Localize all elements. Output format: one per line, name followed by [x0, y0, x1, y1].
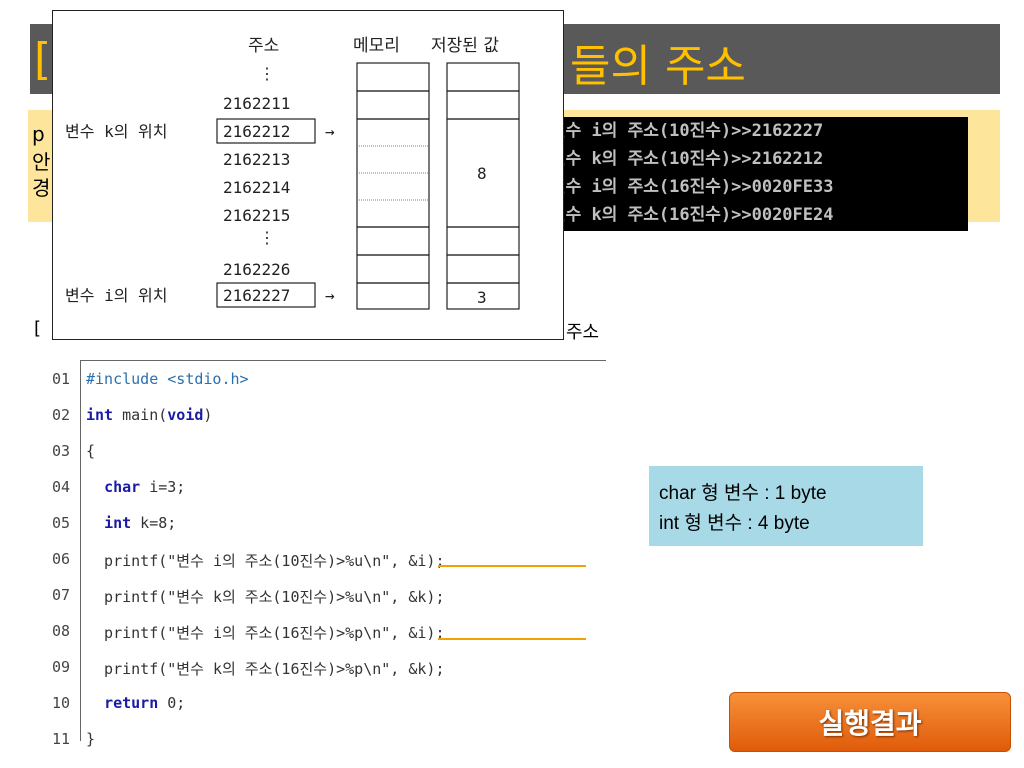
code-token: printf("변수 k의 주소(10진수)>%u\n", &k);: [86, 588, 445, 606]
console-line: 변수 k의 주소(16진수)>>0020FE24: [550, 205, 834, 225]
code-line: printf("변수 i의 주소(10진수)>%u\n", &i);: [86, 550, 445, 571]
line-number: 05: [51, 514, 70, 532]
stored-value-i: 3: [477, 288, 487, 307]
code-line: char i=3;: [86, 478, 185, 496]
label-var-i: 변수 i의 위치: [65, 286, 168, 305]
code-line: return 0;: [86, 694, 185, 712]
code-token: int: [104, 514, 132, 532]
code-line: }: [86, 730, 95, 748]
memory-diagram-svg: 주소 메모리 저장된 값 ⋮ ⋮ 2162211 2162212 2162213…: [65, 36, 520, 310]
console-line: 변수 i의 주소(16진수)>>0020FE33: [550, 177, 834, 197]
code-line: printf("변수 i의 주소(16진수)>%p\n", &i);: [86, 622, 445, 643]
code-token: printf("변수 i의 주소(16진수)>%p\n", &i);: [86, 624, 445, 642]
code-token: ): [203, 406, 213, 424]
line-number: 03: [51, 442, 70, 460]
format-underline-p: [438, 638, 586, 640]
console-output: 변수 i의 주소(10진수)>>2162227 변수 k의 주소(10진수)>>…: [546, 117, 968, 231]
address-label: 2162211: [223, 94, 290, 113]
ellipsis-middle: ⋮: [259, 228, 275, 247]
code-token: printf("변수 i의 주소(10진수)>%u\n", &i);: [86, 552, 445, 570]
run-result-button[interactable]: 실행결과: [729, 692, 1011, 752]
memory-byte-dividers: [357, 145, 429, 201]
memory-diagram: 주소 메모리 저장된 값 ⋮ ⋮ 2162211 2162212 2162213…: [52, 10, 564, 340]
line-number: 06: [51, 550, 70, 568]
code-token: k=8;: [131, 514, 177, 532]
address-label: 2162227: [223, 286, 290, 305]
code-token: main(: [113, 406, 168, 424]
line-number: 08: [51, 622, 70, 640]
value-column: [446, 62, 520, 310]
type-size-info: char 형 변수 : 1 byte int 형 변수 : 4 byte: [649, 466, 923, 546]
explanation-text-3: 경: [32, 176, 51, 200]
address-label: 2162215: [223, 206, 290, 225]
code-line: int k=8;: [86, 514, 176, 532]
code-token: {: [86, 442, 96, 460]
info-int-size: int 형 변수 : 4 byte: [659, 513, 810, 534]
address-label: 2162213: [223, 150, 290, 169]
line-number: 09: [51, 658, 70, 676]
line-number: 07: [51, 586, 70, 604]
header-memory: 메모리: [353, 36, 400, 56]
header-address: 주소: [248, 36, 279, 56]
line-number: 04: [51, 478, 70, 496]
code-token: }: [86, 730, 96, 748]
code-token: int: [86, 406, 114, 424]
code-token: 0;: [158, 694, 186, 712]
explanation-text-1: p: [32, 122, 45, 146]
code-token: printf("변수 k의 주소(16진수)>%p\n", &k);: [86, 660, 445, 678]
line-number: 02: [51, 406, 70, 424]
code-line: #include <stdio.h>: [86, 370, 249, 388]
address-label: 2162226: [223, 260, 290, 279]
code-line: {: [86, 442, 95, 460]
address-label: 2162212: [223, 122, 290, 141]
arrow-k: →: [325, 122, 335, 141]
info-char-size: char 형 변수 : 1 byte: [659, 483, 827, 504]
address-label: 2162214: [223, 178, 290, 197]
line-number: 01: [51, 370, 70, 388]
code-line: int main(void): [86, 406, 212, 424]
code-token: i=3;: [140, 478, 186, 496]
label-var-k: 변수 k의 위치: [65, 122, 168, 141]
code-line: printf("변수 k의 주소(10진수)>%u\n", &k);: [86, 586, 445, 607]
code-token: char: [104, 478, 141, 496]
console-line: 변수 i의 주소(10진수)>>2162227: [550, 121, 824, 141]
ellipsis-top: ⋮: [259, 64, 275, 83]
code-token: #include <stdio.h>: [86, 370, 249, 388]
header-value: 저장된 값: [431, 36, 499, 56]
console-line: 변수 k의 주소(10진수)>>2162212: [550, 149, 824, 169]
arrow-i: →: [325, 286, 335, 305]
figure-caption-left: [: [34, 318, 42, 339]
format-underline-u: [438, 565, 586, 567]
explanation-text-2: 안: [32, 150, 51, 174]
stored-value-k: 8: [477, 164, 487, 183]
line-number: 10: [51, 694, 70, 712]
memory-column: [356, 62, 430, 310]
code-token: return: [104, 694, 159, 712]
code-line: printf("변수 k의 주소(16진수)>%p\n", &k);: [86, 658, 445, 679]
figure-caption-right: 주소: [566, 322, 600, 343]
code-token: void: [167, 406, 204, 424]
run-result-label: 실행결과: [818, 707, 922, 740]
line-number: 11: [51, 730, 70, 748]
